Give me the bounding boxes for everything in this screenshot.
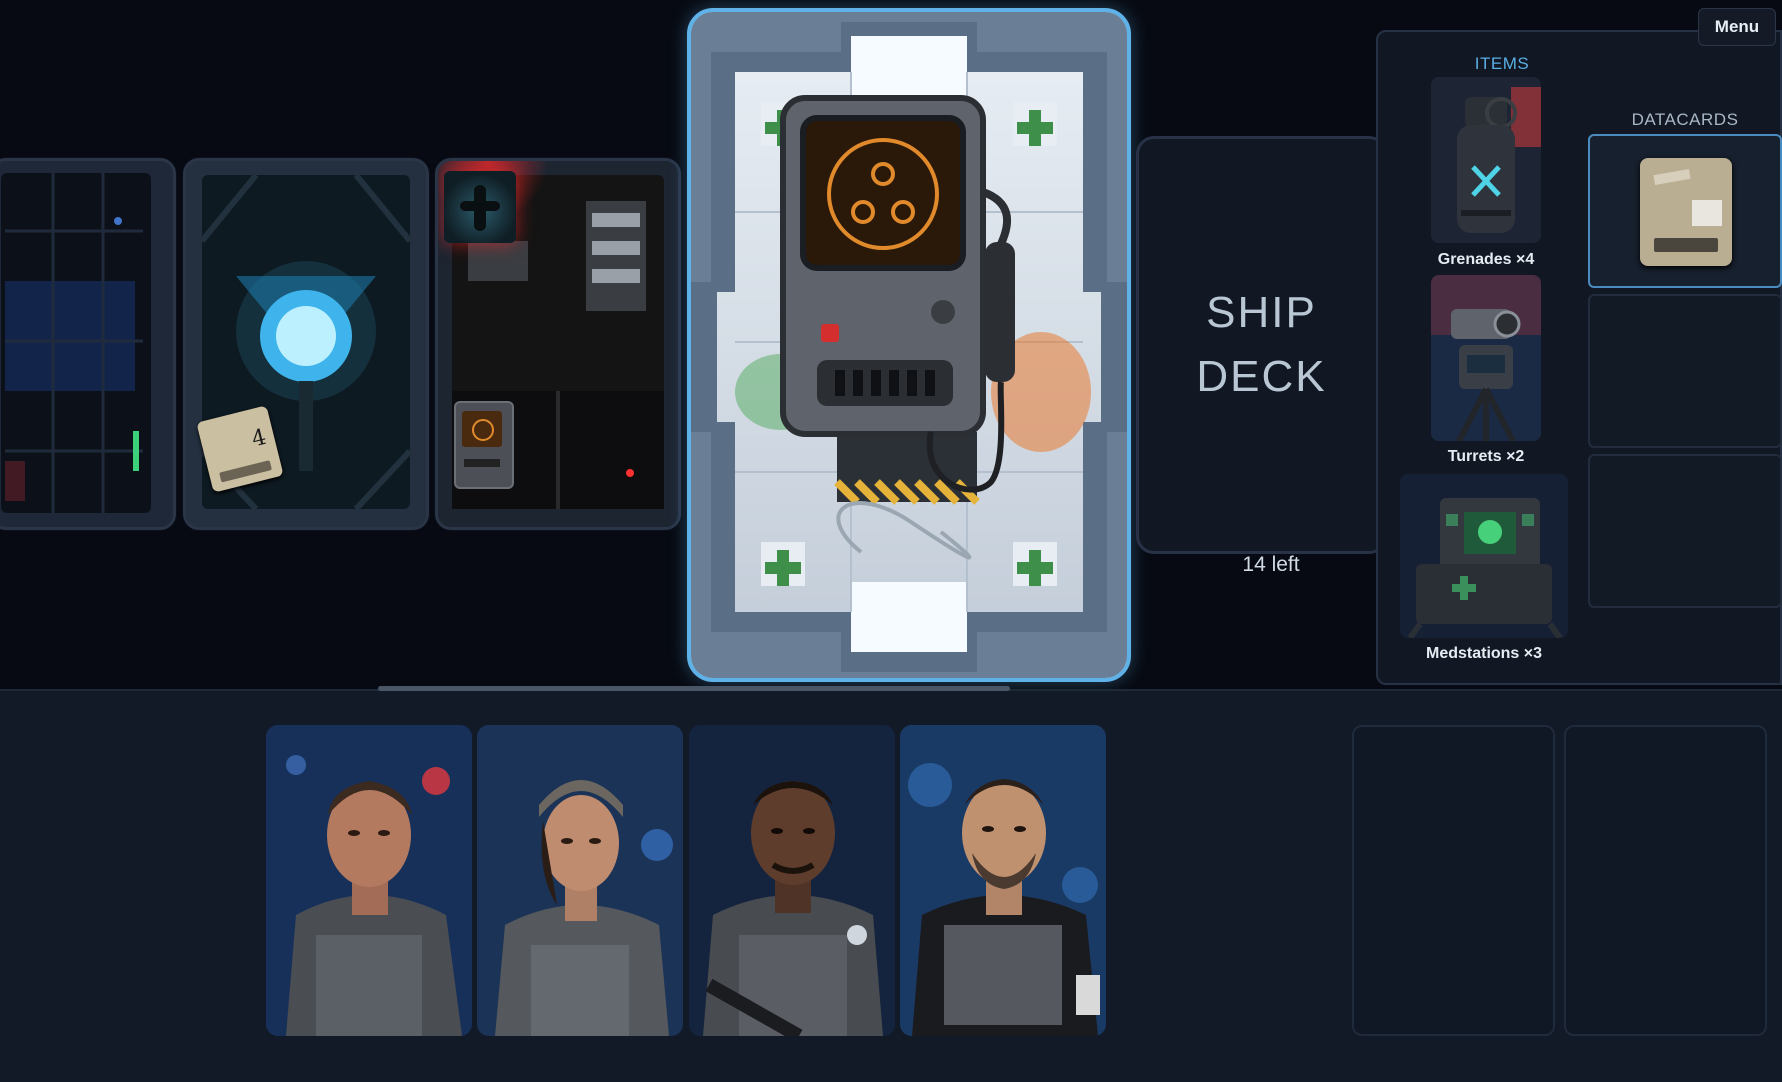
marine-portrait-3-icon xyxy=(689,725,895,1036)
alien-token-icon xyxy=(444,171,516,243)
turret-icon xyxy=(1431,275,1541,441)
menu-button[interactable]: Menu xyxy=(1698,8,1776,46)
room-tile-infested[interactable] xyxy=(435,158,681,530)
turret-item[interactable] xyxy=(1431,275,1541,441)
grenade-item[interactable] xyxy=(1431,77,1541,243)
crew-slot-empty-2[interactable] xyxy=(1564,725,1767,1036)
marine-portrait-1-icon xyxy=(266,725,472,1036)
grenade-icon xyxy=(1431,77,1541,243)
grenade-item-label: Grenades ×4 xyxy=(1437,251,1535,268)
corridor-room-icon xyxy=(0,161,173,527)
crew-card-3[interactable] xyxy=(689,725,895,1036)
featured-room-card[interactable] xyxy=(687,8,1131,682)
ship-deck-title-line2: DECK xyxy=(1196,352,1327,401)
datacard-slot-1[interactable] xyxy=(1588,134,1782,288)
scanner-token-icon xyxy=(454,401,514,489)
datacards-heading: DATACARDS xyxy=(1631,110,1739,129)
deck-remaining-count: 14 left xyxy=(1242,553,1300,576)
ship-deck[interactable]: SHIP DECK xyxy=(1136,136,1387,554)
room-tile-corridor[interactable] xyxy=(0,158,176,530)
room-badge-number: 4 xyxy=(249,424,269,453)
crew-card-4[interactable] xyxy=(900,725,1106,1036)
datacard-icon xyxy=(1640,158,1732,266)
datacard-slot-3[interactable] xyxy=(1588,454,1782,608)
medstation-item[interactable] xyxy=(1400,474,1568,638)
medstation-item-label: Medstations ×3 xyxy=(1425,645,1543,662)
crew-slot-empty-1[interactable] xyxy=(1352,725,1555,1036)
medbay-room-icon xyxy=(691,12,1127,678)
items-heading: ITEMS xyxy=(1474,54,1530,73)
ship-deck-title-line1: SHIP xyxy=(1206,288,1317,337)
room-tile-reactor[interactable]: 4 xyxy=(183,158,429,530)
marine-portrait-2-icon xyxy=(477,725,683,1036)
turret-item-label: Turrets ×2 xyxy=(1447,448,1525,465)
crew-card-2[interactable] xyxy=(477,725,683,1036)
datacard-slot-2[interactable] xyxy=(1588,294,1782,448)
marine-portrait-4-icon xyxy=(900,725,1106,1036)
medstation-icon xyxy=(1400,474,1568,638)
crew-card-1[interactable] xyxy=(266,725,472,1036)
board-scrollbar-thumb[interactable] xyxy=(378,686,1010,691)
